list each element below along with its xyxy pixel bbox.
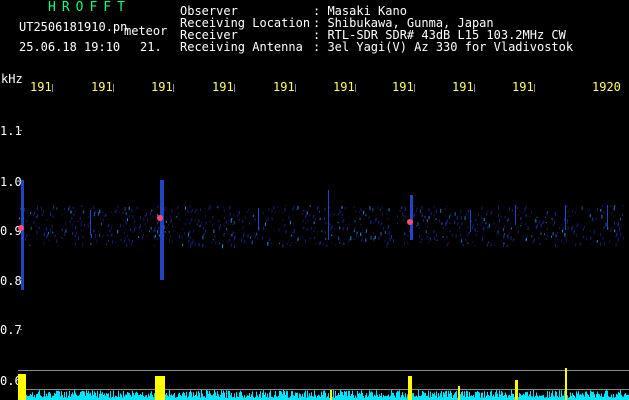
meteor-echo xyxy=(515,205,516,225)
meteor-echo-core xyxy=(157,215,163,221)
meteor-echo xyxy=(607,205,608,230)
meteor-echo xyxy=(328,190,329,240)
spectrogram-plot xyxy=(18,180,629,400)
level-graph xyxy=(18,368,629,400)
noise-band xyxy=(19,205,624,249)
level-peak xyxy=(330,390,332,400)
level-peak xyxy=(515,380,518,400)
level-peak xyxy=(18,374,26,400)
meteor-echo-core xyxy=(18,225,24,231)
meteor-echo xyxy=(258,208,259,230)
level-peak xyxy=(155,376,165,400)
level-peak xyxy=(458,386,460,400)
spectrogram-window: HROFFT UT2506181910.pn meteor 25.06.18 1… xyxy=(0,0,629,400)
meteor-echo xyxy=(21,180,24,290)
level-peak xyxy=(408,376,412,400)
meteor-echo xyxy=(90,210,91,235)
meteor-echo xyxy=(565,205,566,230)
meteor-echo xyxy=(160,180,164,280)
meteor-echo-core xyxy=(407,219,413,225)
meteor-echo xyxy=(410,195,413,240)
meteor-echo xyxy=(470,210,471,232)
level-peak xyxy=(565,368,567,400)
